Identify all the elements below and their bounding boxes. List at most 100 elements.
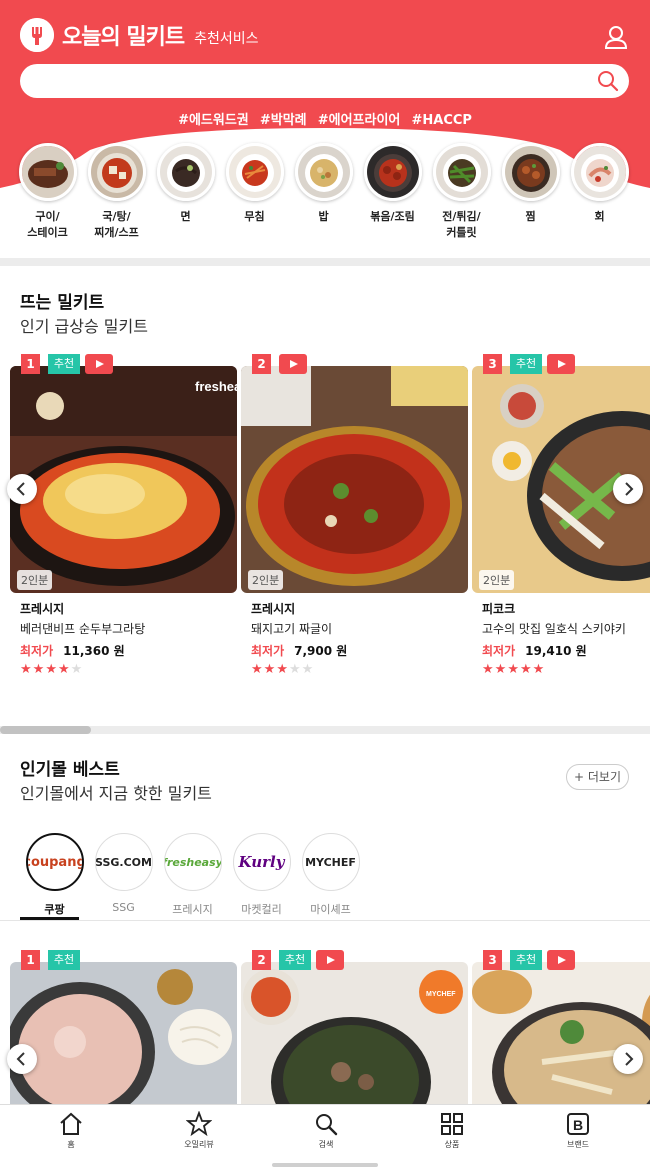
serving-badge: 2인분 (479, 570, 515, 590)
star-filled-icon: ★ (57, 662, 71, 677)
category-label: 찜 (525, 210, 536, 223)
scrollbar-thumb[interactable] (0, 726, 91, 734)
star-filled-icon: ★ (45, 662, 58, 677)
trending-carousel[interactable]: 1 추천 fresheasy 2인분 프레시지 베러댄비프 순두부그라탕 최저가… (0, 354, 650, 684)
tab-divider (0, 920, 650, 921)
nav-home[interactable]: 홈 (41, 1111, 101, 1150)
star-rating: ★★★★★ (20, 662, 83, 677)
logo-subtitle: 추천서비스 (194, 31, 259, 47)
product-name: 베러댄비프 순두부그라탕 (20, 622, 146, 636)
mall-logo: MYCHEF (301, 833, 360, 891)
carousel-scrollbar[interactable] (0, 726, 650, 734)
category-image-braised (363, 143, 422, 201)
hashtag-link[interactable]: #에드워드권 (178, 113, 249, 128)
category-item[interactable]: 밥 (289, 143, 358, 241)
carousel-next-button[interactable] (613, 1044, 643, 1074)
rank-badge: 3 (483, 354, 502, 374)
logo[interactable]: 오늘의 밀키트 추천서비스 (20, 18, 259, 52)
recommend-badge: 추천 (510, 354, 542, 374)
hashtag-link[interactable]: #박막례 (260, 113, 307, 128)
more-button[interactable]: + 더보기 (566, 764, 629, 790)
hashtag-link[interactable]: #HACCP (411, 113, 471, 128)
mall-label: SSG (112, 901, 135, 914)
category-label: 면 (180, 210, 191, 223)
product-image: fresheasy (10, 366, 237, 593)
carousel-prev-button[interactable] (7, 474, 37, 504)
category-label: 밥 (318, 210, 329, 223)
hashtag-list: #에드워드권 #박막례 #에어프라이어 #HACCP (0, 109, 650, 128)
star-filled-icon: ★ (276, 662, 289, 677)
carousel-next-button[interactable] (613, 474, 643, 504)
nav-products[interactable]: 상품 (422, 1111, 482, 1150)
badge-group: 2 추천 (252, 950, 344, 970)
section-divider (0, 258, 650, 266)
mall-label: 마켓컬리 (241, 903, 282, 916)
star-filled-icon: ★ (519, 662, 533, 677)
recommend-badge: 추천 (510, 950, 542, 970)
mall-logo: SSG.COM (94, 833, 153, 891)
product-price: 최저가 11,360 원 (20, 642, 125, 659)
product-brand: 피코크 (482, 602, 516, 616)
price-value: 19,410 원 (525, 644, 587, 658)
category-item[interactable]: 국/탕/ 찌개/스프 (82, 143, 151, 241)
search-bar[interactable] (20, 64, 629, 98)
mall-tab-coupang[interactable]: coupang 쿠팡 (20, 833, 89, 917)
svg-text:B: B (573, 1117, 583, 1133)
product-image (241, 366, 468, 593)
category-image-sashimi (570, 143, 629, 201)
category-item[interactable]: 구이/ 스테이크 (13, 143, 82, 241)
search-input[interactable] (20, 64, 580, 98)
category-item[interactable]: 볶음/조림 (358, 143, 427, 241)
fresheasy-logo: fresheasy (163, 855, 222, 869)
mall-logo: Kurly (232, 833, 291, 891)
grid-icon (441, 1113, 463, 1135)
badge-group: 1 추천 (21, 950, 80, 970)
hashtag-link[interactable]: #에어프라이어 (318, 113, 401, 128)
star-filled-icon: ★ (482, 662, 495, 677)
badge-group: 1 추천 (21, 354, 113, 374)
nav-label: 홈 (67, 1140, 75, 1149)
chevron-right-icon (625, 1052, 634, 1066)
mall-tab-kurly[interactable]: Kurly 마켓컬리 (227, 833, 296, 917)
ssg-logo: SSG.COM (95, 855, 152, 869)
badge-group: 3 추천 (483, 950, 575, 970)
mall-tab-fresheasy[interactable]: fresheasy 프레시지 (158, 833, 227, 917)
mall-logo: fresheasy (163, 833, 222, 891)
mall-tab-mychef[interactable]: MYCHEF 마이셰프 (296, 833, 365, 917)
logo-text: 오늘의 밀키트 (62, 25, 185, 50)
badge-group: 3 추천 (483, 354, 575, 374)
price-value: 11,360 원 (63, 644, 125, 658)
category-item[interactable]: 전/튀김/ 커틀릿 (427, 143, 496, 241)
nav-review[interactable]: 오밀리뷰 (169, 1111, 229, 1150)
product-price: 최저가 19,410 원 (482, 642, 587, 659)
product-image: MYCHEF (241, 962, 468, 1110)
product-brand: 프레시지 (20, 602, 65, 616)
mall-best-carousel[interactable]: 1 추천 2 추천 MYCHEF 3 추천 (0, 950, 650, 1110)
brand-b-icon: B (567, 1113, 589, 1135)
rank-badge: 2 (252, 950, 271, 970)
product-brand: 프레시지 (251, 602, 296, 616)
category-image-fried (432, 143, 491, 201)
mall-logo: coupang (25, 833, 84, 891)
category-label: 구이/ 스테이크 (27, 210, 68, 239)
carousel-prev-button[interactable] (7, 1044, 37, 1074)
price-value: 7,900 원 (294, 644, 348, 658)
mall-tab-ssg[interactable]: SSG.COM SSG (89, 833, 158, 917)
active-tab-indicator (20, 917, 79, 920)
user-icon[interactable] (601, 22, 631, 52)
product-name: 돼지고기 짜글이 (251, 622, 333, 636)
category-image-steamed (501, 143, 560, 201)
category-item[interactable]: 회 (565, 143, 634, 241)
category-item[interactable]: 찜 (496, 143, 565, 241)
serving-badge: 2인분 (248, 570, 284, 590)
category-item[interactable]: 무침 (220, 143, 289, 241)
nav-brand[interactable]: B 브랜드 (548, 1111, 608, 1150)
nav-search[interactable]: 검색 (296, 1111, 356, 1150)
section-subtitle: 인기몰에서 지금 핫한 밀키트 (20, 784, 212, 803)
serving-badge: 2인분 (17, 570, 53, 590)
star-empty-icon: ★ (288, 662, 302, 677)
category-item[interactable]: 면 (151, 143, 220, 241)
chevron-right-icon (625, 482, 634, 496)
search-icon[interactable] (597, 70, 619, 92)
category-label: 국/탕/ 찌개/스프 (94, 210, 139, 239)
